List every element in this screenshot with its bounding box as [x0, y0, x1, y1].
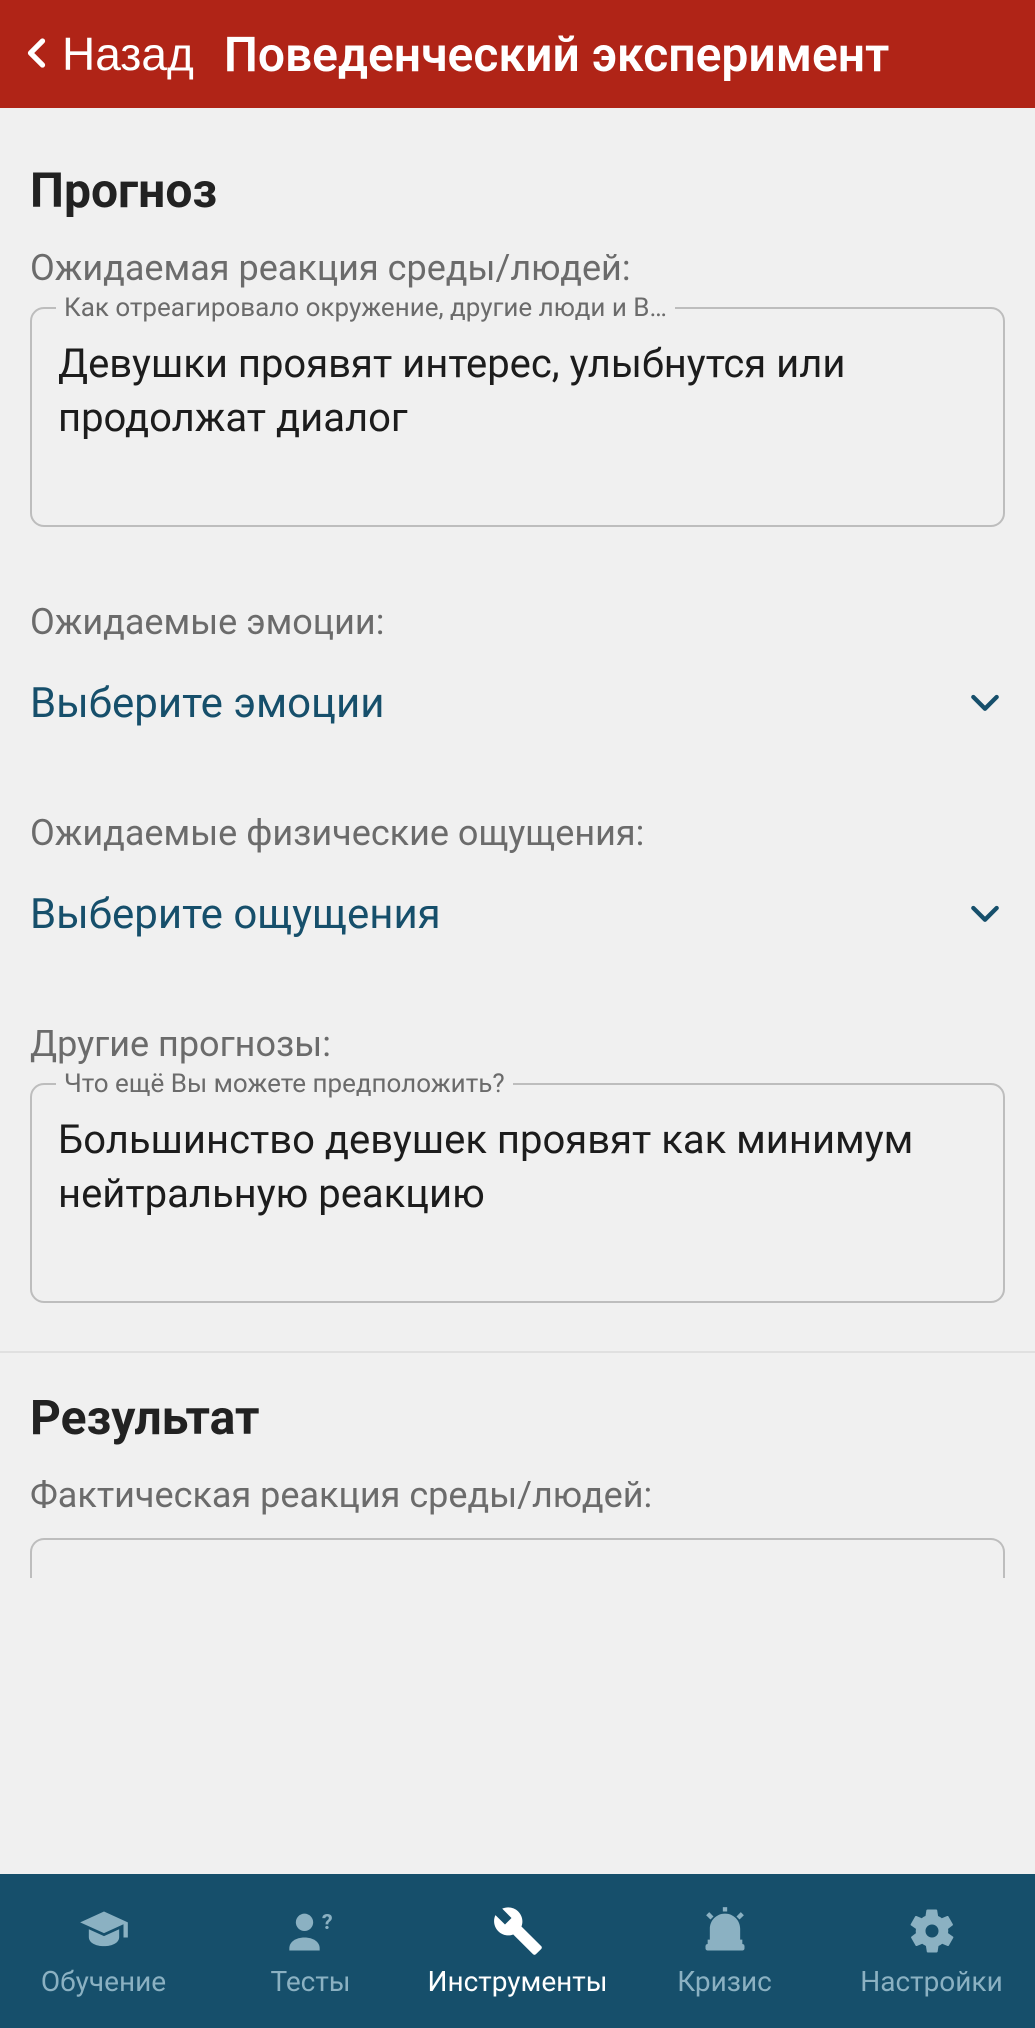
- content-area: Прогноз Ожидаемая реакция среды/людей: К…: [0, 108, 1035, 1874]
- graduation-cap-icon: [78, 1905, 130, 1957]
- nav-tests-label: Тесты: [270, 1965, 350, 1998]
- gears-icon: [906, 1905, 958, 1957]
- back-label: Назад: [62, 27, 194, 81]
- chevron-left-icon: [20, 28, 56, 80]
- nav-learn-label: Обучение: [41, 1965, 166, 1998]
- tools-icon: [492, 1905, 544, 1957]
- other-forecasts-label: Другие прогнозы:: [30, 1023, 1005, 1065]
- expected-reaction-float-label: Как отреагировало окружение, другие люди…: [56, 293, 675, 323]
- expected-reaction-input[interactable]: Как отреагировало окружение, другие люди…: [30, 307, 1005, 527]
- expected-reaction-label: Ожидаемая реакция среды/людей:: [30, 247, 1005, 289]
- forecast-section-title: Прогноз: [30, 162, 1005, 219]
- select-sensations-dropdown[interactable]: Выберите ощущения: [30, 872, 1005, 949]
- nav-crisis-label: Кризис: [677, 1965, 772, 1998]
- bottom-nav: Обучение ? Тесты Инструменты Кризис Наст…: [0, 1874, 1035, 2028]
- nav-tools-label: Инструменты: [427, 1965, 607, 1998]
- nav-crisis[interactable]: Кризис: [621, 1874, 828, 2028]
- back-button[interactable]: Назад: [20, 27, 194, 81]
- chevron-down-icon: [965, 893, 1005, 937]
- actual-reaction-label: Фактическая реакция среды/людей:: [30, 1474, 1005, 1516]
- nav-tools[interactable]: Инструменты: [414, 1874, 621, 2028]
- select-emotions-dropdown[interactable]: Выберите эмоции: [30, 661, 1005, 738]
- nav-learn[interactable]: Обучение: [0, 1874, 207, 2028]
- person-question-icon: ?: [285, 1905, 337, 1957]
- select-sensations-text: Выберите ощущения: [30, 890, 441, 939]
- select-emotions-text: Выберите эмоции: [30, 679, 384, 728]
- page-title: Поведенческий эксперимент: [224, 26, 889, 83]
- nav-settings[interactable]: Настройки: [828, 1874, 1035, 2028]
- alarm-icon: [699, 1905, 751, 1957]
- expected-sensations-label: Ожидаемые физические ощущения:: [30, 812, 1005, 854]
- chevron-down-icon: [965, 682, 1005, 726]
- actual-reaction-input[interactable]: [30, 1538, 1005, 1578]
- other-forecasts-input[interactable]: Что ещё Вы можете предположить? Большинс…: [30, 1083, 1005, 1303]
- result-section-title: Результат: [30, 1389, 1005, 1446]
- svg-text:?: ?: [321, 1909, 332, 1934]
- nav-tests[interactable]: ? Тесты: [207, 1874, 414, 2028]
- expected-reaction-value: Девушки проявят интерес, улыбнутся или п…: [58, 337, 977, 445]
- other-forecasts-value: Большинство девушек проявят как минимум …: [58, 1113, 977, 1221]
- section-divider: [0, 1351, 1035, 1353]
- other-forecasts-float-label: Что ещё Вы можете предположить?: [56, 1069, 513, 1099]
- nav-settings-label: Настройки: [860, 1965, 1002, 1998]
- app-bar: Назад Поведенческий эксперимент: [0, 0, 1035, 108]
- expected-emotions-label: Ожидаемые эмоции:: [30, 601, 1005, 643]
